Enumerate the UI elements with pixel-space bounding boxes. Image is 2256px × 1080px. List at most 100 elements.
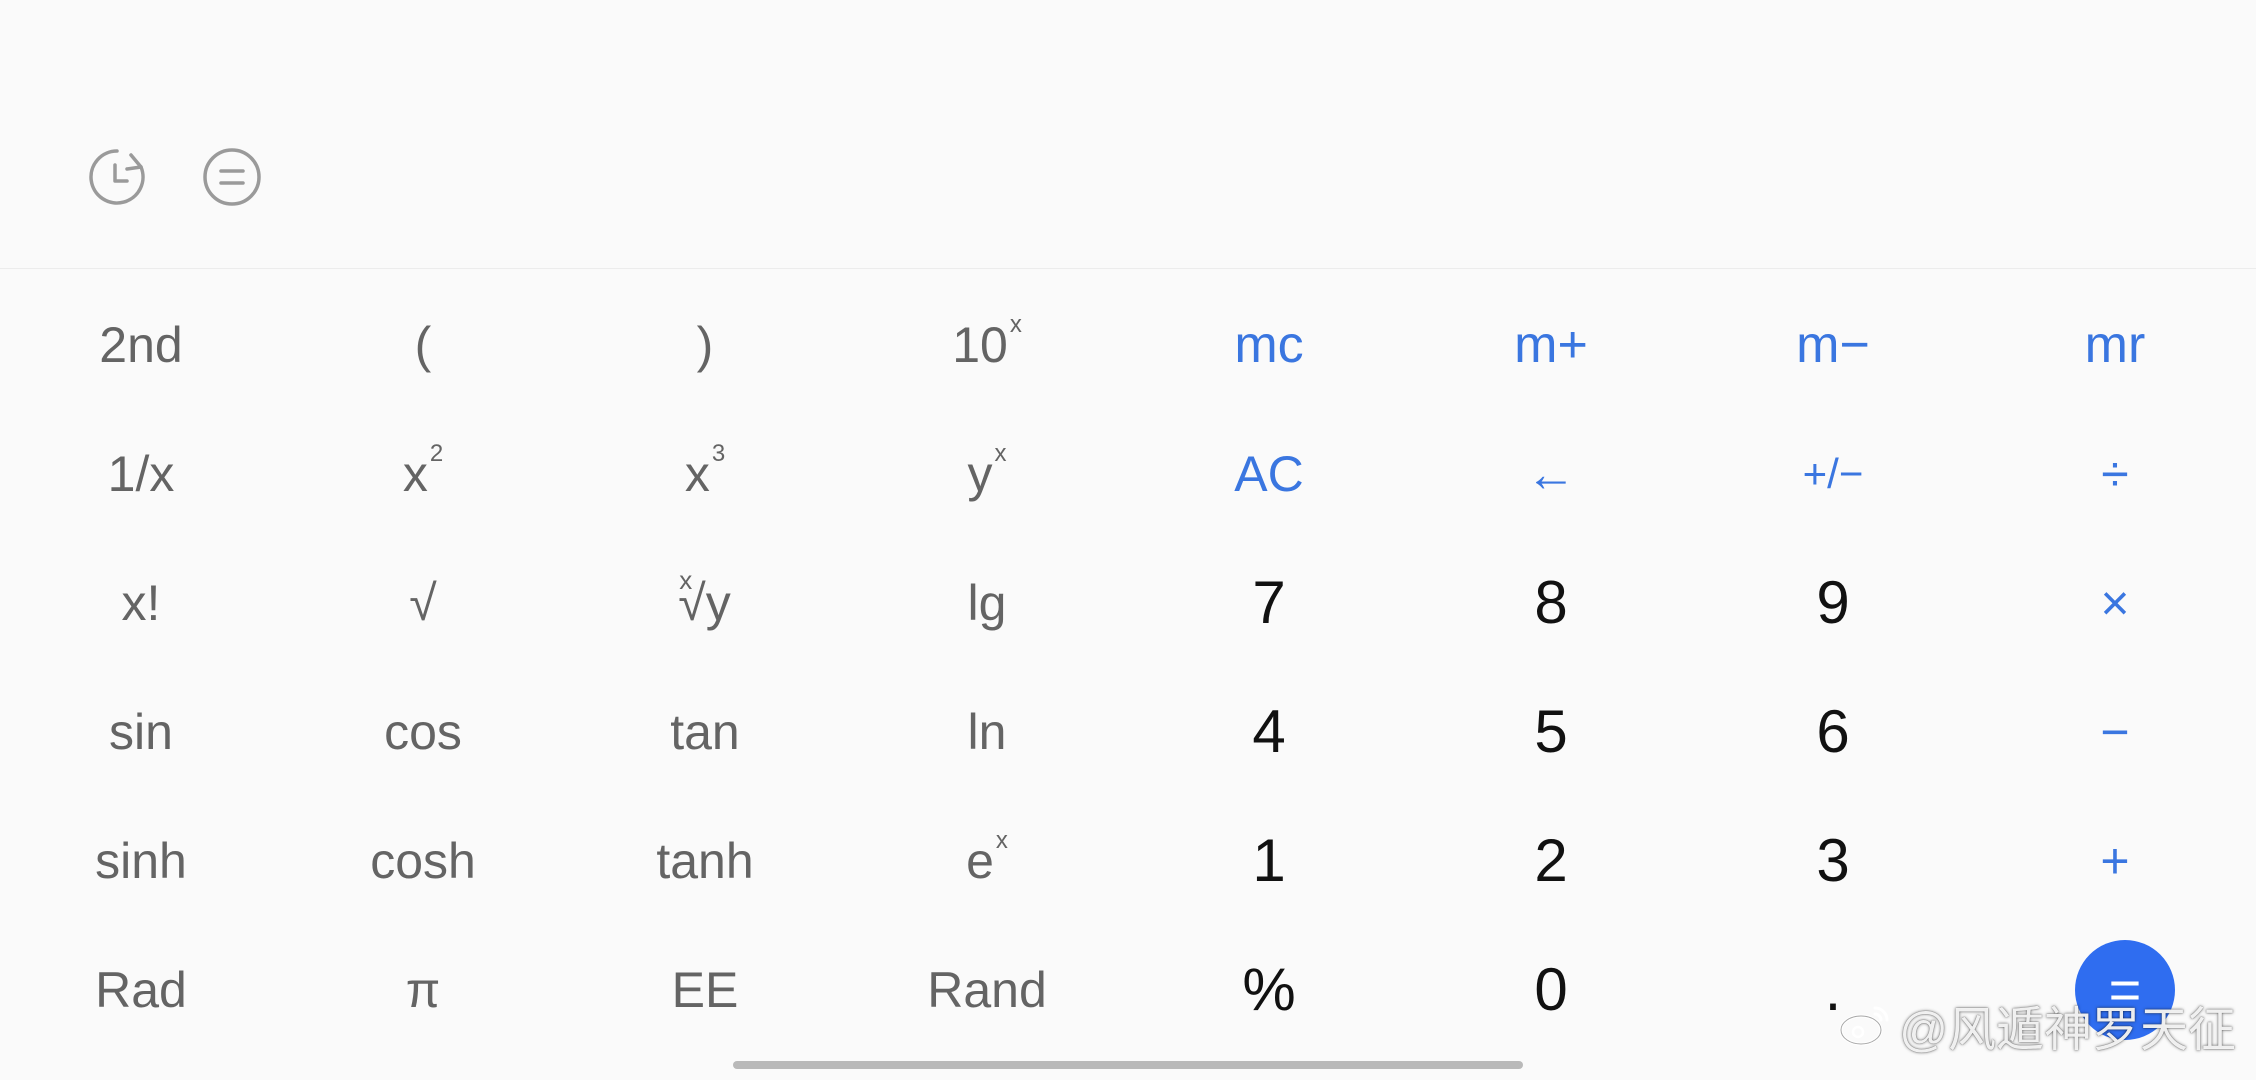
- exp-exponent: x: [995, 826, 1008, 854]
- memory-add-key[interactable]: m+: [1410, 280, 1692, 409]
- ln-key[interactable]: ln: [846, 667, 1128, 796]
- digit-7-key[interactable]: 7: [1128, 538, 1410, 667]
- rand-key[interactable]: Rand: [846, 925, 1128, 1054]
- ee-key[interactable]: EE: [564, 925, 846, 1054]
- tanh-key[interactable]: tanh: [564, 796, 846, 925]
- open-paren-key[interactable]: (: [282, 280, 564, 409]
- equals-button[interactable]: =: [2075, 939, 2175, 1040]
- pi-key[interactable]: π: [282, 925, 564, 1054]
- digit-7-label: 7: [1252, 569, 1286, 636]
- multiply-key[interactable]: ×: [1974, 538, 2256, 667]
- menu-lines-icon[interactable]: [200, 145, 264, 209]
- digit-0-label: 0: [1534, 956, 1568, 1023]
- digit-9-key[interactable]: 9: [1692, 538, 1974, 667]
- ee-label: EE: [671, 961, 739, 1018]
- divide-key[interactable]: ÷: [1974, 409, 2256, 538]
- tan-key[interactable]: tan: [564, 667, 846, 796]
- ten-power-base: 10: [952, 316, 1008, 373]
- power-base: y: [967, 445, 993, 502]
- rad-label: Rad: [95, 961, 187, 1018]
- digit-3-key[interactable]: 3: [1692, 796, 1974, 925]
- close-paren-label: ): [696, 316, 714, 373]
- equals-key[interactable]: =: [1974, 925, 2256, 1054]
- digit-5-key[interactable]: 5: [1410, 667, 1692, 796]
- decimal-key[interactable]: .: [1692, 925, 1974, 1054]
- sign-toggle-key[interactable]: +/−: [1692, 409, 1974, 538]
- reciprocal-key[interactable]: 1/x: [0, 409, 282, 538]
- sin-key[interactable]: sin: [0, 667, 282, 796]
- backspace-key[interactable]: ←: [1410, 409, 1692, 538]
- nth-root-key[interactable]: x √y: [564, 538, 846, 667]
- rand-label: Rand: [927, 961, 1047, 1018]
- digit-8-key[interactable]: 8: [1410, 538, 1692, 667]
- sign-label: +/−: [1802, 449, 1864, 497]
- minus-icon: −: [2100, 703, 2130, 760]
- sqrt-icon: √: [409, 574, 437, 631]
- mc-label: mc: [1234, 315, 1304, 374]
- home-indicator[interactable]: [733, 1061, 1523, 1069]
- all-clear-key[interactable]: AC: [1128, 409, 1410, 538]
- ten-power-key[interactable]: 10 x: [846, 280, 1128, 409]
- digit-2-key[interactable]: 2: [1410, 796, 1692, 925]
- square-exponent: 2: [429, 439, 444, 467]
- factorial-label: x!: [121, 574, 161, 631]
- plus-key[interactable]: +: [1974, 796, 2256, 925]
- divide-icon: ÷: [2101, 445, 2129, 502]
- second-label: 2nd: [99, 316, 183, 373]
- m-plus-label: m+: [1514, 315, 1588, 374]
- equals-icon: =: [2108, 958, 2142, 1021]
- digit-5-label: 5: [1534, 698, 1568, 765]
- cos-key[interactable]: cos: [282, 667, 564, 796]
- mr-label: mr: [2084, 315, 2146, 374]
- square-key[interactable]: x2: [282, 409, 564, 538]
- reciprocal-label: 1/x: [107, 445, 175, 502]
- tanh-label: tanh: [656, 832, 754, 889]
- backspace-arrow-icon: ←: [1526, 445, 1576, 502]
- minus-key[interactable]: −: [1974, 667, 2256, 796]
- keypad: 2nd ( ) 10 x mc m+ m− mr 1/x x2 x3 yx AC …: [0, 280, 2256, 1054]
- digit-4-label: 4: [1252, 698, 1286, 765]
- factorial-key[interactable]: x!: [0, 538, 282, 667]
- ten-power-exponent: x: [1009, 310, 1022, 338]
- cube-exponent: 3: [711, 439, 726, 467]
- exp-key[interactable]: ex: [846, 796, 1128, 925]
- percent-label: %: [1242, 956, 1296, 1023]
- digit-4-key[interactable]: 4: [1128, 667, 1410, 796]
- second-function-key[interactable]: 2nd: [0, 280, 282, 409]
- digit-0-key[interactable]: 0: [1410, 925, 1692, 1054]
- digit-8-label: 8: [1534, 569, 1568, 636]
- toolbar-divider: [0, 268, 2256, 269]
- cube-key[interactable]: x3: [564, 409, 846, 538]
- digit-6-label: 6: [1816, 698, 1850, 765]
- m-minus-label: m−: [1796, 315, 1870, 374]
- sin-label: sin: [109, 703, 173, 760]
- percent-key[interactable]: %: [1128, 925, 1410, 1054]
- digit-2-label: 2: [1534, 827, 1568, 894]
- top-toolbar: [0, 0, 2256, 268]
- calculator-app: 2nd ( ) 10 x mc m+ m− mr 1/x x2 x3 yx AC …: [0, 0, 2256, 1080]
- lg-label: lg: [967, 574, 1007, 631]
- rad-deg-toggle-key[interactable]: Rad: [0, 925, 282, 1054]
- power-key[interactable]: yx: [846, 409, 1128, 538]
- close-paren-key[interactable]: ): [564, 280, 846, 409]
- cube-base: x: [684, 445, 710, 502]
- log10-key[interactable]: lg: [846, 538, 1128, 667]
- square-root-key[interactable]: √: [282, 538, 564, 667]
- power-exponent: x: [994, 439, 1007, 467]
- digit-3-label: 3: [1816, 827, 1850, 894]
- ln-label: ln: [967, 703, 1007, 760]
- decimal-label: .: [1824, 956, 1842, 1023]
- digit-6-key[interactable]: 6: [1692, 667, 1974, 796]
- cosh-key[interactable]: cosh: [282, 796, 564, 925]
- memory-clear-key[interactable]: mc: [1128, 280, 1410, 409]
- digit-1-key[interactable]: 1: [1128, 796, 1410, 925]
- cosh-label: cosh: [370, 832, 476, 889]
- tan-label: tan: [670, 703, 740, 760]
- plus-icon: +: [2100, 832, 2130, 889]
- memory-subtract-key[interactable]: m−: [1692, 280, 1974, 409]
- root-index: x: [679, 565, 693, 595]
- sinh-key[interactable]: sinh: [0, 796, 282, 925]
- memory-recall-key[interactable]: mr: [1974, 280, 2256, 409]
- exp-base: e: [966, 832, 994, 889]
- history-clock-icon[interactable]: [85, 145, 149, 209]
